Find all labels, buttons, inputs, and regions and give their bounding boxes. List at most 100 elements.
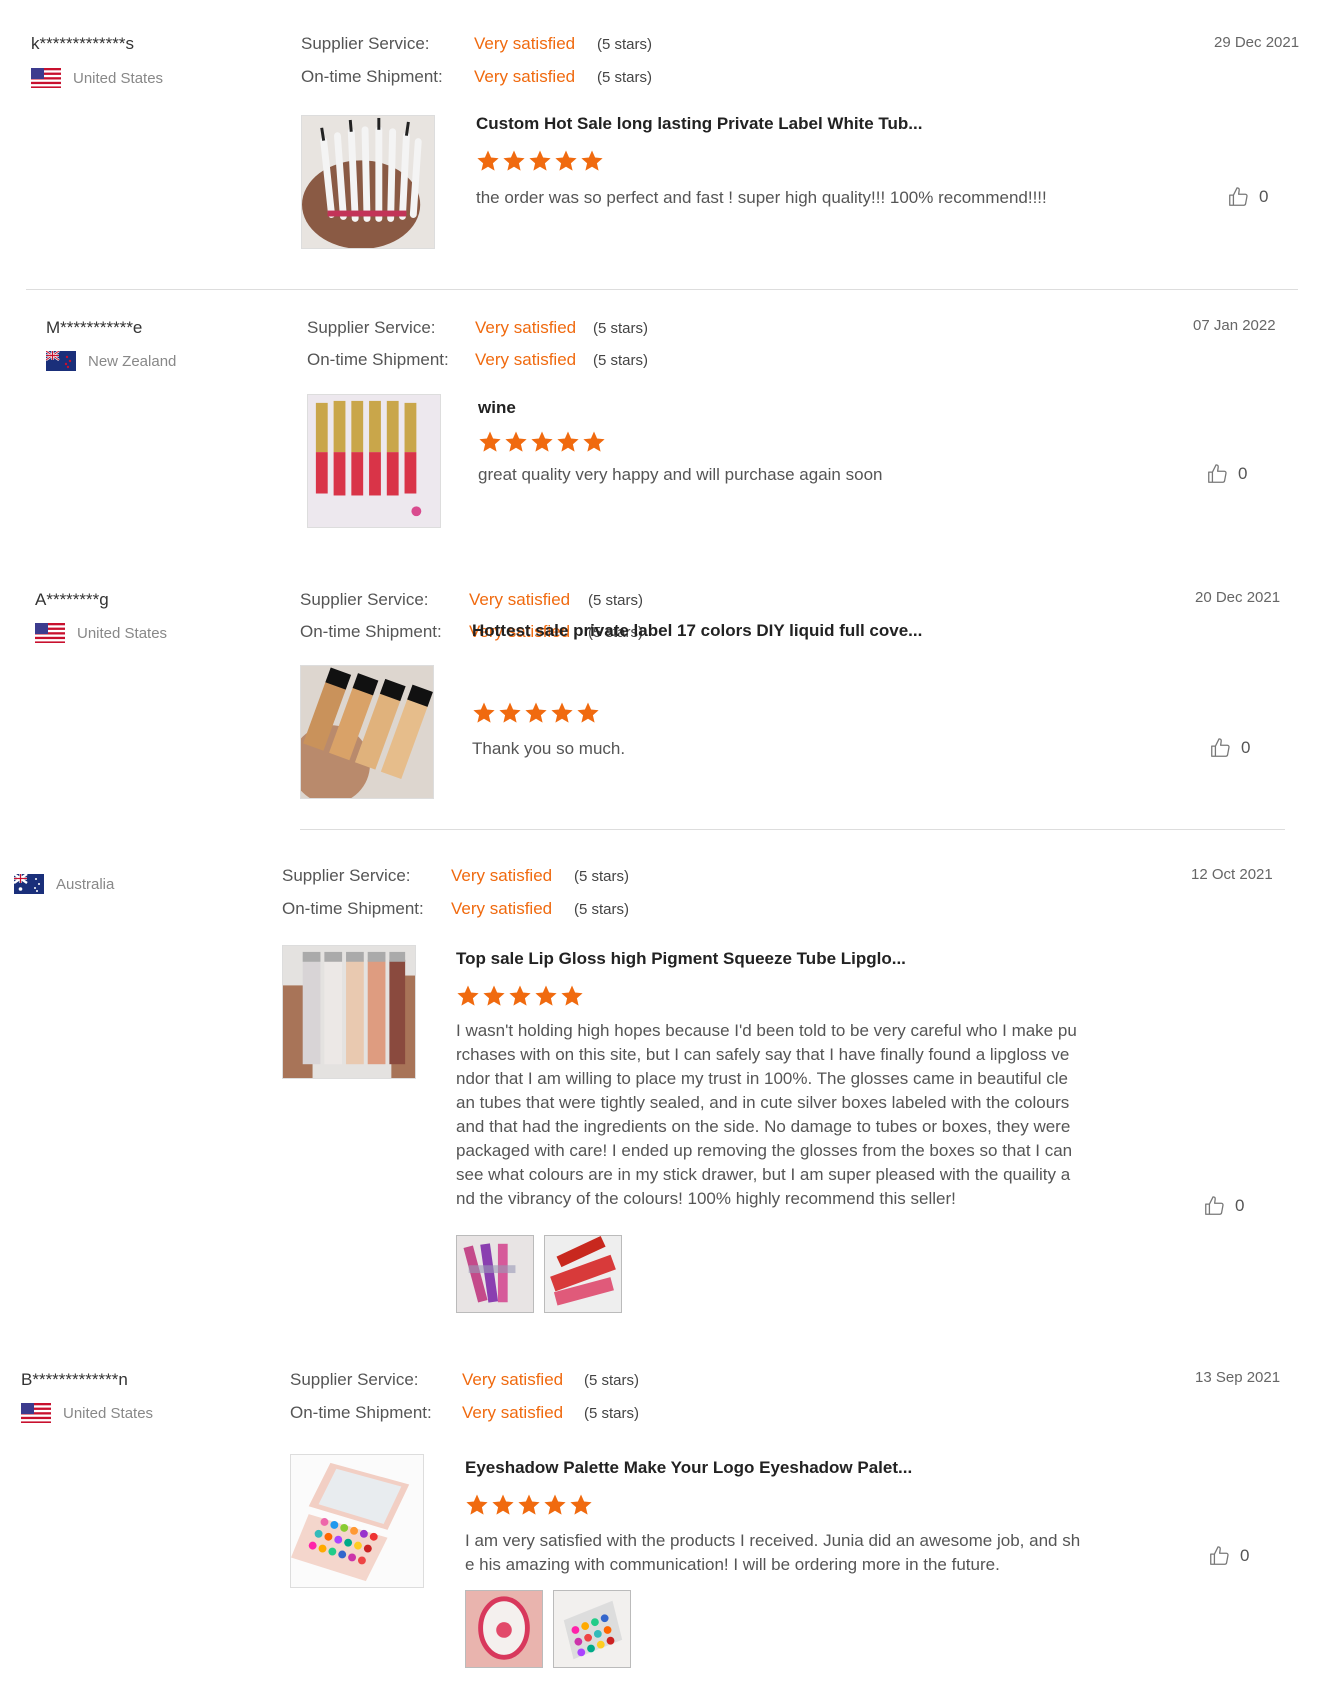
product-title[interactable]: Custom Hot Sale long lasting Private Lab… [476,114,922,134]
product-image[interactable] [282,945,416,1079]
reviewer-name: B*************n [21,1370,128,1389]
thumbs-up-icon [1208,1545,1230,1567]
thumbs-up-icon [1227,186,1249,208]
ontime-shipment-rating: On-time Shipment: Very satisfied (5 star… [307,350,648,370]
supplier-service-stars: (5 stars) [584,1372,640,1389]
us-flag-icon [21,1403,51,1423]
ontime-shipment-stars: (5 stars) [597,69,653,86]
supplier-service-label: Supplier Service: [300,590,429,609]
star-icon [524,701,548,725]
product-image[interactable] [290,1454,424,1588]
review-photo[interactable] [465,1590,543,1668]
ontime-shipment-label: On-time Shipment: [290,1403,432,1422]
review-item: k*************s United States Supplier S… [0,0,1321,290]
like-button[interactable]: 0 [1206,463,1247,485]
nz-flag-icon [46,351,76,371]
review-comment: the order was so perfect and fast ! supe… [476,188,1047,207]
review-comment: I wasn't holding high hopes because I'd … [456,1019,1156,1211]
reviewer-name: A********g [35,590,109,609]
ontime-shipment-stars: (5 stars) [584,1405,640,1422]
country-label: United States [77,624,168,642]
supplier-service-rating: Supplier Service: Very satisfied (5 star… [301,34,652,54]
au-flag-icon [14,874,44,894]
review-comment: great quality very happy and will purcha… [478,465,883,484]
review-comment: Thank you so much. [472,739,626,758]
like-button[interactable]: 0 [1203,1195,1244,1217]
ontime-shipment-rating: On-time Shipment: Very satisfied (5 star… [301,67,652,87]
product-title[interactable]: Top sale Lip Gloss high Pigment Squeeze … [456,949,906,969]
reviewer-country: United States [35,623,167,643]
star-icon [498,701,522,725]
supplier-service-rating: Supplier Service: Very satisfied (5 star… [290,1370,639,1390]
ontime-shipment-value: Very satisfied [462,1403,564,1422]
star-icon [543,1493,567,1517]
product-title[interactable]: Hottest sale private label 17 colors DIY… [472,621,922,641]
star-rating [478,430,606,454]
star-icon [504,430,528,454]
review-date: 07 Jan 2022 [1193,317,1276,334]
supplier-service-rating: Supplier Service: Very satisfied (5 star… [282,866,629,886]
star-icon [554,149,578,173]
star-icon [582,430,606,454]
star-icon [508,984,532,1008]
reviewer-country: Australia [14,874,114,894]
thumbs-up-icon [1209,737,1231,759]
review-item: A********g United States Supplier Servic… [0,560,1321,830]
thumbs-up-icon [1206,463,1228,485]
reviewer-country: United States [21,1403,153,1423]
supplier-service-value: Very satisfied [469,590,571,609]
star-icon [580,149,604,173]
review-item: Australia Supplier Service: Very satisfi… [0,830,1321,1340]
ontime-shipment-label: On-time Shipment: [300,622,442,641]
product-image[interactable] [300,665,434,799]
supplier-service-rating: Supplier Service: Very satisfied (5 star… [300,590,643,610]
review-photo[interactable] [544,1235,622,1313]
star-icon [482,984,506,1008]
review-date: 29 Dec 2021 [1214,34,1300,51]
reviewer-country: United States [31,68,163,88]
ontime-shipment-label: On-time Shipment: [282,899,424,918]
comment-line: e his amazing with communication! I will… [465,1555,1000,1574]
reviewer-name: k*************s [31,34,135,53]
like-count: 0 [1238,464,1248,483]
comment-line: I am very satisfied with the products I … [465,1531,1081,1550]
us-flag-icon [35,623,65,643]
review-photo[interactable] [553,1590,631,1668]
review-photo[interactable] [456,1235,534,1313]
star-icon [550,701,574,725]
star-icon [534,984,558,1008]
supplier-service-label: Supplier Service: [307,318,436,337]
comment-line: I wasn't holding high hopes because I'd … [456,1021,1077,1040]
like-button[interactable]: 0 [1208,1545,1249,1567]
review-date: 20 Dec 2021 [1195,589,1281,606]
supplier-service-value: Very satisfied [474,34,576,53]
like-button[interactable]: 0 [1227,186,1268,208]
comment-line: an tubes that were tightly sealed, and i… [456,1093,1070,1112]
product-title[interactable]: Eyeshadow Palette Make Your Logo Eyeshad… [465,1458,912,1478]
country-label: United States [73,69,164,87]
star-rating [465,1493,593,1517]
like-button[interactable]: 0 [1209,737,1250,759]
supplier-service-label: Supplier Service: [290,1370,419,1389]
ontime-shipment-stars: (5 stars) [593,352,649,369]
star-icon [502,149,526,173]
country-label: Australia [56,875,115,893]
ontime-shipment-label: On-time Shipment: [301,67,443,86]
product-title[interactable]: wine [478,398,516,418]
star-icon [517,1493,541,1517]
like-count: 0 [1259,187,1269,206]
comment-line: see what colours are in my stick drawer,… [456,1165,1071,1184]
supplier-service-label: Supplier Service: [282,866,411,885]
comment-line: and that had the ingredients on the side… [456,1117,1071,1136]
product-image[interactable] [307,394,441,528]
review-item: M***********e New Zealand Supplier Servi… [0,290,1321,560]
supplier-service-value: Very satisfied [475,318,577,337]
product-image[interactable] [301,115,435,249]
star-icon [528,149,552,173]
star-icon [560,984,584,1008]
review-comment: I am very satisfied with the products I … [465,1529,1165,1577]
comment-line: rchases with on this site, but I can saf… [456,1045,1070,1064]
country-label: New Zealand [88,352,177,370]
supplier-service-stars: (5 stars) [588,592,644,609]
country-label: United States [63,1404,154,1422]
